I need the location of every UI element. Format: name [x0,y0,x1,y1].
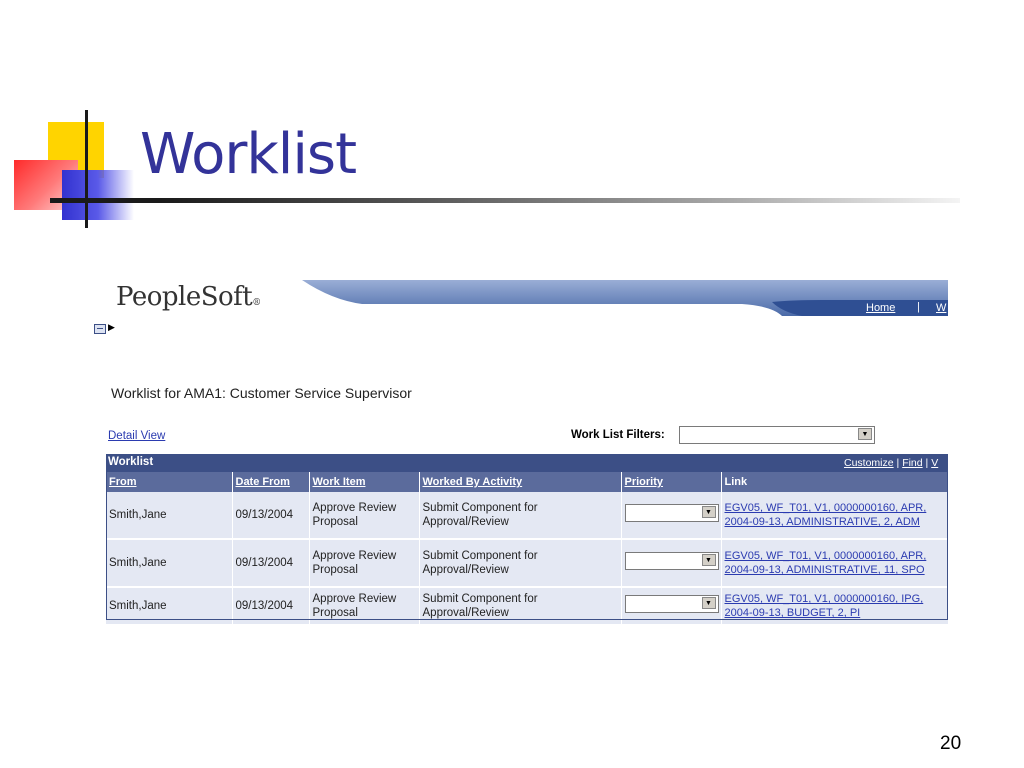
nav-separator: | [917,301,920,313]
column-header-link: Link [721,472,948,492]
view-all-link[interactable]: V [931,457,938,469]
cell-priority: ▼ [621,539,722,588]
slide-title: Worklist [140,122,357,187]
logo-registered-mark: ® [252,298,261,308]
header-banner [302,280,948,316]
cell-from: Smith,Jane [106,492,233,540]
worklist-nav-link[interactable]: W [936,302,946,314]
dropdown-arrow-icon[interactable]: ▼ [701,597,716,609]
home-link[interactable]: Home [866,302,895,314]
column-header-worked-by-activity[interactable]: Worked By Activity [419,472,622,492]
cell-activity: Submit Component for Approval/Review [419,539,622,588]
peoplesoft-logo: PeopleSoft® [116,282,261,312]
grid-tools-separator: | [896,457,900,469]
dropdown-arrow-icon[interactable]: ▼ [858,428,872,440]
priority-select[interactable]: ▼ [624,552,719,570]
worklist-item-link[interactable]: EGV05, WF_T01, V1, 0000000160, APR, 2004… [721,492,948,540]
column-header-priority[interactable]: Priority [621,472,722,492]
column-header-from[interactable]: From [106,472,233,492]
dropdown-arrow-icon[interactable]: ▼ [701,506,716,518]
worklist-item-link[interactable]: EGV05, WF_T01, V1, 0000000160, APR, 2004… [721,539,948,588]
table-row: Smith,Jane 09/13/2004 Approve Review Pro… [106,587,948,626]
cell-date-from: 09/13/2004 [232,587,310,626]
cell-activity: Submit Component for Approval/Review [419,492,622,540]
peoplesoft-screenshot: PeopleSoft® Home | W ▶ Worklist for AMA1… [92,270,948,630]
priority-select[interactable]: ▼ [624,504,719,522]
cell-date-from: 09/13/2004 [232,539,310,588]
expand-arrow-icon[interactable]: ▶ [108,322,115,333]
table-row: Smith,Jane 09/13/2004 Approve Review Pro… [106,539,948,588]
grid-title-bar: Worklist Customize | Find | V [106,454,948,472]
decor-blue-square [62,170,134,220]
cell-date-from: 09/13/2004 [232,492,310,540]
cell-activity: Submit Component for Approval/Review [419,587,622,626]
cell-from: Smith,Jane [106,587,233,626]
grid-tools: Customize | Find | V [844,457,938,469]
find-link[interactable]: Find [902,457,922,469]
work-list-filters-label: Work List Filters: [571,429,665,441]
work-list-filters-select[interactable]: ▼ [679,426,875,444]
grid-tools-separator: | [925,457,929,469]
column-header-date-from[interactable]: Date From [232,472,310,492]
grid-title: Worklist [108,456,154,468]
cell-priority: ▼ [621,492,722,540]
customize-link[interactable]: Customize [844,457,894,469]
detail-view-link[interactable]: Detail View [108,430,165,442]
cell-work-item: Approve Review Proposal [309,587,420,626]
decor-vertical-line [85,110,88,228]
logo-text: PeopleSoft [116,282,253,312]
column-header-work-item[interactable]: Work Item [309,472,420,492]
priority-select[interactable]: ▼ [624,595,719,613]
worklist-table: From Date From Work Item Worked By Activ… [106,472,948,626]
cell-from: Smith,Jane [106,539,233,588]
dropdown-arrow-icon[interactable]: ▼ [701,554,716,566]
worklist-item-link[interactable]: EGV05, WF_T01, V1, 0000000160, IPG, 2004… [721,587,948,626]
cell-work-item: Approve Review Proposal [309,492,420,540]
cell-priority: ▼ [621,587,722,626]
title-underline [50,198,960,203]
cell-work-item: Approve Review Proposal [309,539,420,588]
page-number: 20 [940,733,962,754]
menu-icon[interactable] [94,324,106,334]
page-heading: Worklist for AMA1: Customer Service Supe… [111,385,412,401]
table-row: Smith,Jane 09/13/2004 Approve Review Pro… [106,492,948,540]
